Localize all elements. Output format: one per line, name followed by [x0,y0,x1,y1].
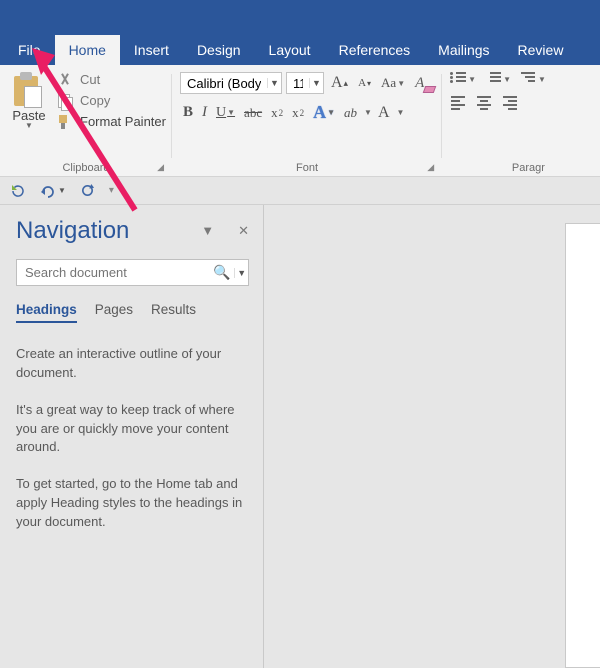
document-area[interactable] [264,205,600,668]
quick-access-toolbar: ▼ ▾ [0,177,600,205]
clipboard-group-label: Clipboard ◢ [6,160,166,174]
nav-help-p1: Create an interactive outline of your do… [16,345,249,383]
paste-icon [14,72,44,108]
multilevel-list-icon [521,72,537,86]
font-name-dropdown-icon[interactable]: ▼ [267,78,281,88]
title-bar [0,0,600,35]
subscript-button[interactable]: x2 [268,105,286,121]
clear-formatting-button[interactable]: A [412,74,434,92]
redo-button[interactable] [80,183,95,198]
format-painter-label: Format Painter [80,114,166,129]
font-color-button[interactable]: A [375,104,394,122]
format-painter-icon [58,115,74,129]
change-case-button[interactable]: Aa ▼ [378,75,408,91]
italic-button[interactable]: I [199,104,210,121]
group-paragraph: ▼ ▼ ▼ Paragr [442,70,555,176]
search-input[interactable] [17,265,209,280]
document-page[interactable] [565,223,600,668]
search-dropdown-icon[interactable]: ▼ [234,268,248,278]
clipboard-launcher-icon[interactable]: ◢ [157,162,164,173]
numbering-button[interactable]: ▼ [483,72,514,86]
copy-icon [58,94,74,108]
align-left-icon [451,96,467,110]
tab-file[interactable]: File [4,35,55,65]
highlight-dropdown-icon[interactable]: ▼ [364,108,372,117]
paste-dropdown-icon[interactable]: ▼ [25,121,33,130]
navigation-pane: Navigation ▼ ✕ 🔍 ▼ Headings Pages Result… [0,205,263,668]
superscript-button[interactable]: x2 [289,105,307,121]
tab-design[interactable]: Design [183,35,255,65]
format-painter-button[interactable]: Format Painter [58,114,166,129]
align-right-button[interactable] [500,96,522,110]
tab-mailings[interactable]: Mailings [424,35,503,65]
numbering-icon [486,72,502,86]
refresh-icon [10,183,26,199]
shrink-font-button[interactable]: A▾ [355,77,374,89]
qat-customize-button[interactable]: ▾ [109,185,114,196]
navigation-close-icon[interactable]: ✕ [238,223,249,239]
font-launcher-icon[interactable]: ◢ [427,162,434,173]
paragraph-group-label: Paragr [448,160,549,174]
strikethrough-button[interactable]: abc [241,105,265,121]
grow-font-button[interactable]: A▴ [328,74,351,92]
navigation-help-text: Create an interactive outline of your do… [16,345,249,532]
nav-help-p2: It's a great way to keep track of where … [16,401,249,458]
align-left-button[interactable] [448,96,470,110]
font-name-input[interactable] [181,73,267,93]
ribbon: Paste ▼ Cut Copy Format Painter Clipbo [0,65,600,177]
workspace: Navigation ▼ ✕ 🔍 ▼ Headings Pages Result… [0,205,600,668]
cut-button[interactable]: Cut [58,72,166,87]
navigation-tabs: Headings Pages Results [16,302,249,323]
undo-button[interactable]: ▼ [40,183,66,199]
tab-layout[interactable]: Layout [255,35,325,65]
font-size-input[interactable] [287,73,309,93]
search-icon[interactable]: 🔍 [209,264,234,281]
align-center-icon [477,96,493,110]
nav-tab-headings[interactable]: Headings [16,302,77,323]
tab-home[interactable]: Home [55,35,120,65]
cut-icon [58,73,74,87]
tab-insert[interactable]: Insert [120,35,183,65]
search-box[interactable]: 🔍 ▼ [16,259,249,286]
ribbon-tab-strip: File Home Insert Design Layout Reference… [0,35,600,65]
navigation-title: Navigation [16,217,129,245]
font-size-dropdown-icon[interactable]: ▼ [309,78,323,88]
nav-help-p3: To get started, go to the Home tab and a… [16,475,249,532]
align-right-icon [503,96,519,110]
bullets-icon [451,72,467,86]
redo-icon [80,183,95,198]
bullets-button[interactable]: ▼ [448,72,479,86]
refresh-button[interactable] [10,183,26,199]
font-color-dropdown-icon[interactable]: ▼ [397,108,405,117]
bold-button[interactable]: B [180,104,196,121]
group-font: ▼ ▼ A▴ A▾ Aa ▼ A B I U ▼ abc x2 x2 A ▼ a… [172,70,442,176]
copy-button[interactable]: Copy [58,93,166,108]
tab-references[interactable]: References [325,35,425,65]
group-clipboard: Paste ▼ Cut Copy Format Painter Clipbo [0,70,172,176]
font-group-label: Font ◢ [178,160,436,174]
cut-label: Cut [80,72,100,87]
undo-icon [40,183,56,199]
copy-label: Copy [80,93,110,108]
underline-button[interactable]: U ▼ [213,105,238,121]
font-size-combo[interactable]: ▼ [286,72,324,94]
multilevel-list-button[interactable]: ▼ [518,72,549,86]
paste-button[interactable]: Paste ▼ [6,70,52,160]
nav-tab-results[interactable]: Results [151,302,196,323]
highlight-button[interactable]: ab [341,105,361,121]
align-center-button[interactable] [474,96,496,110]
navigation-options-icon[interactable]: ▼ [201,223,214,239]
nav-tab-pages[interactable]: Pages [95,302,133,323]
tab-review[interactable]: Review [504,35,578,65]
text-effects-button[interactable]: A ▼ [310,102,338,123]
font-name-combo[interactable]: ▼ [180,72,282,94]
